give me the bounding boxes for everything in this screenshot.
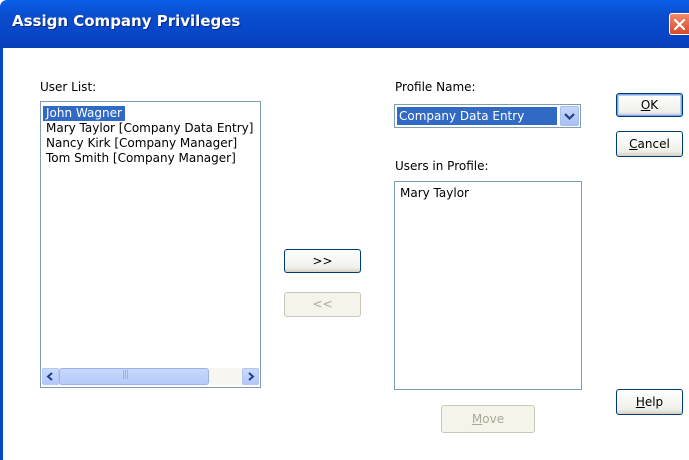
- user-list[interactable]: John Wagner Mary Taylor [Company Data En…: [40, 101, 261, 388]
- horizontal-scrollbar[interactable]: |||: [42, 368, 259, 385]
- window-border: [0, 48, 3, 460]
- list-item[interactable]: Tom Smith [Company Manager]: [43, 151, 239, 166]
- users-in-profile-label: Users in Profile:: [395, 159, 489, 173]
- help-mnemonic: H: [635, 395, 645, 409]
- scroll-right-button[interactable]: [242, 368, 259, 385]
- move-label-post: ove: [482, 412, 505, 426]
- cancel-button[interactable]: Cancel: [616, 131, 683, 157]
- arrow-left-icon: [46, 372, 53, 381]
- list-item[interactable]: Mary Taylor: [397, 186, 472, 201]
- list-item[interactable]: John Wagner: [43, 106, 125, 121]
- help-button[interactable]: Help: [616, 389, 683, 415]
- cancel-mnemonic: C: [629, 137, 638, 151]
- scroll-left-button[interactable]: [42, 368, 59, 385]
- help-label-post: elp: [644, 395, 664, 409]
- chevron-down-icon: [564, 113, 575, 121]
- arrow-right-icon: [248, 372, 255, 381]
- profile-select[interactable]: Company Data Entry: [394, 104, 581, 128]
- close-button[interactable]: [669, 13, 689, 35]
- cancel-label-post: ancel: [637, 137, 670, 151]
- add-to-profile-button[interactable]: >>: [284, 249, 361, 273]
- move-button[interactable]: Move: [441, 405, 535, 433]
- users-in-profile-list[interactable]: Mary Taylor: [394, 181, 582, 390]
- remove-from-profile-button[interactable]: <<: [284, 292, 361, 317]
- list-item[interactable]: Nancy Kirk [Company Manager]: [43, 136, 240, 151]
- window-title: Assign Company Privileges: [12, 12, 241, 30]
- close-icon: [673, 18, 686, 31]
- scroll-grip: |||: [122, 370, 129, 380]
- move-mnemonic: M: [471, 412, 483, 426]
- ok-mnemonic: O: [640, 98, 651, 112]
- ok-button[interactable]: OK: [616, 93, 683, 117]
- profile-name-label: Profile Name:: [395, 80, 476, 94]
- user-list-label: User List:: [40, 80, 97, 94]
- profile-selected-value: Company Data Entry: [397, 107, 557, 125]
- list-item[interactable]: Mary Taylor [Company Data Entry]: [43, 121, 256, 136]
- scroll-thumb[interactable]: |||: [59, 368, 209, 385]
- ok-label-post: K: [650, 98, 659, 112]
- dropdown-button[interactable]: [560, 106, 579, 126]
